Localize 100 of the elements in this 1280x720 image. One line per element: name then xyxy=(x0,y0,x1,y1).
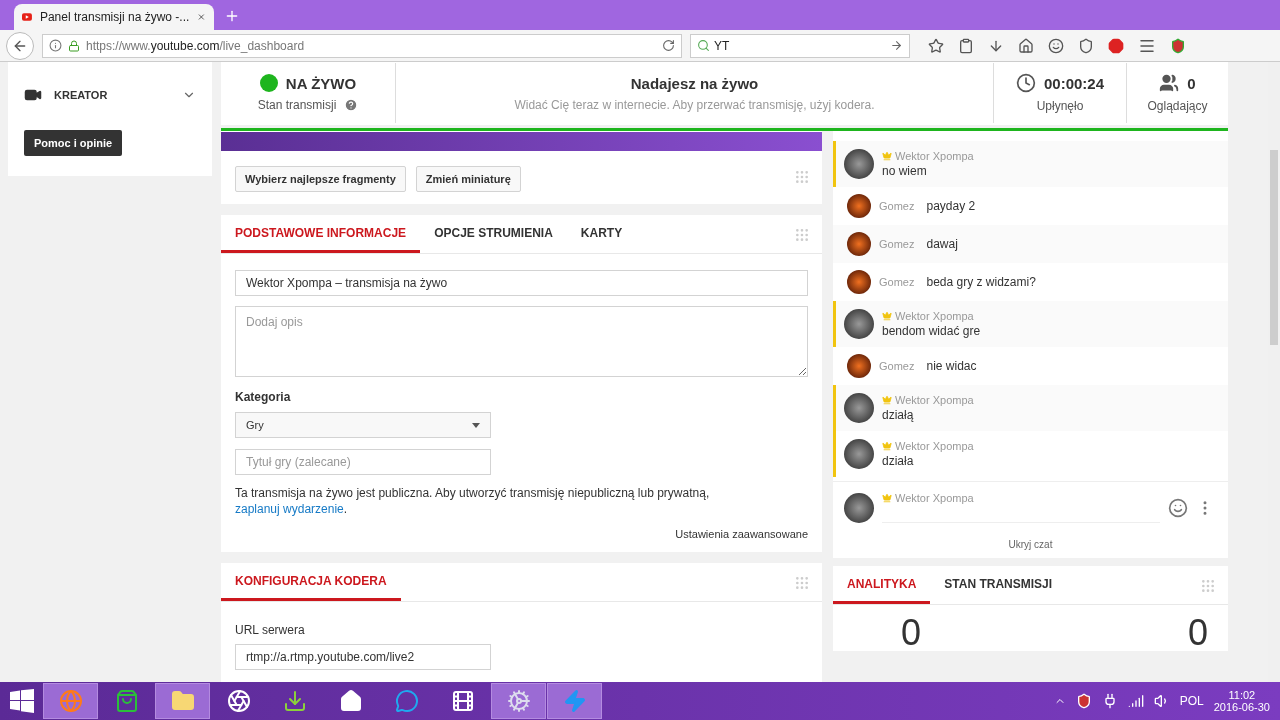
new-tab-icon[interactable] xyxy=(224,8,240,24)
preview-button[interactable]: Wybierz najlepsze fragmenty xyxy=(235,166,406,192)
viewer-count: 0 xyxy=(1187,74,1196,92)
status-subtitle: Widać Cię teraz w internecie. Aby przerwać transmisję, użyj kodera. xyxy=(514,97,875,112)
tab[interactable]: OPCJE STRUMIENIA xyxy=(420,215,567,253)
avatar xyxy=(847,354,871,378)
chat-bubble-icon xyxy=(394,689,419,713)
author-name: Wektor Xpompa xyxy=(882,310,981,322)
lock-icon xyxy=(68,39,80,52)
elapsed-label: Upłynęło xyxy=(1036,99,1084,114)
stat-value: 0 xyxy=(1187,615,1208,651)
avatar xyxy=(844,309,874,339)
caret-icon xyxy=(472,422,480,428)
author-name: Gomez xyxy=(879,200,915,212)
globe-icon xyxy=(58,689,83,713)
message-text: nie widac xyxy=(926,359,977,373)
star-icon[interactable] xyxy=(928,37,944,54)
play-logo-icon xyxy=(22,11,32,23)
category-select[interactable]: Gry xyxy=(235,412,491,438)
bolt-icon xyxy=(562,689,587,713)
drag-handle-icon[interactable] xyxy=(794,575,810,591)
avatar xyxy=(847,270,871,294)
preview-button[interactable]: Zmień miniaturę xyxy=(415,166,521,192)
category-label: Kategoria xyxy=(235,390,292,404)
signal-icon[interactable] xyxy=(1127,693,1144,709)
tab[interactable]: KONFIGURACJA KODERA xyxy=(221,563,401,601)
schedule-link[interactable]: zaplanuj wydarzenie xyxy=(235,502,344,516)
elapsed-time: 00:00:24 xyxy=(1043,74,1104,92)
message-text: bendom widać gre xyxy=(882,324,981,338)
tab[interactable]: PODSTAWOWE INFORMACJE xyxy=(221,215,421,253)
sidebar-label: KREATOR xyxy=(54,89,109,101)
state-label: Stan transmisji xyxy=(257,98,337,113)
info-icon[interactable] xyxy=(49,39,62,52)
gear-icon xyxy=(506,689,531,713)
author-name: Wektor Xpompa xyxy=(882,150,974,162)
avatar xyxy=(844,492,874,523)
author-name: Gomez xyxy=(879,238,915,250)
help-icon[interactable] xyxy=(344,98,359,113)
viewers-label: Oglądający xyxy=(1147,99,1208,114)
tab[interactable]: STAN TRANSMISJI xyxy=(930,566,1067,604)
shopping-bag-icon xyxy=(114,689,139,713)
house-icon xyxy=(338,689,363,713)
advanced-settings-link[interactable]: Ustawienia zaawansowane xyxy=(675,528,808,540)
smiley-icon[interactable] xyxy=(1048,37,1064,54)
crown-icon xyxy=(882,441,892,451)
arrow-right-icon[interactable] xyxy=(890,39,903,52)
author-name: Gomez xyxy=(879,360,915,372)
clock[interactable]: 11:02 2016-06-30 xyxy=(1213,689,1270,713)
server-url-label: URL serwera xyxy=(235,623,306,637)
clipboard-icon[interactable] xyxy=(958,37,974,54)
search-icon xyxy=(697,39,710,52)
back-button[interactable] xyxy=(6,31,34,60)
crown-icon xyxy=(882,151,892,161)
tab[interactable]: KARTY xyxy=(566,215,637,253)
avatar xyxy=(844,393,874,423)
game-title-input[interactable]: Tytuł gry (zalecane) xyxy=(235,449,491,475)
message-text: beda gry z widzami? xyxy=(926,275,1036,289)
aperture-icon xyxy=(226,689,251,713)
address-field[interactable]: https://www.youtube.com/live_dashboard xyxy=(42,33,682,58)
message-text: payday 2 xyxy=(926,199,976,213)
author-name: Wektor Xpompa xyxy=(882,492,1160,504)
shield-icon[interactable] xyxy=(1170,37,1186,54)
description-input[interactable]: Dodaj opis xyxy=(235,306,808,377)
drag-handle-icon[interactable] xyxy=(794,227,810,243)
shield-icon[interactable] xyxy=(1075,693,1092,709)
avatar xyxy=(844,149,874,179)
live-state: NA ŻYWO xyxy=(285,74,357,92)
status-title: Nadajesz na żywo xyxy=(630,74,759,92)
sidebar-item[interactable]: KREATOR xyxy=(24,86,196,104)
tab[interactable]: ANALITYKA xyxy=(833,566,931,604)
language-indicator[interactable]: POL xyxy=(1179,694,1204,708)
avatar xyxy=(847,232,871,256)
emoji-icon[interactable] xyxy=(1168,497,1188,518)
shield-icon[interactable] xyxy=(1078,37,1094,54)
message-text: działą xyxy=(882,408,915,422)
film-icon xyxy=(450,689,475,713)
message-text: no wiem xyxy=(882,164,928,178)
avatar xyxy=(844,439,874,469)
people-icon xyxy=(1159,73,1180,94)
message-text: działa xyxy=(882,454,915,468)
hide-chat-button[interactable]: Ukryj czat xyxy=(1008,533,1053,558)
folder-icon xyxy=(170,689,195,713)
title-input[interactable]: Wektor Xpompa – transmisja na żywo xyxy=(235,270,808,296)
author-name: Gomez xyxy=(879,276,915,288)
crown-icon xyxy=(882,493,892,503)
stat-value: 0 xyxy=(901,615,922,651)
home-icon[interactable] xyxy=(1018,37,1034,54)
download-icon xyxy=(282,689,307,713)
reload-icon[interactable] xyxy=(662,39,675,52)
author-name: Wektor Xpompa xyxy=(882,440,974,452)
crown-icon xyxy=(882,395,892,405)
octagon-icon[interactable] xyxy=(1108,37,1124,54)
help-button[interactable]: Pomoc i opinie xyxy=(24,130,123,156)
server-url-input[interactable]: rtmp://a.rtmp.youtube.com/live2 xyxy=(235,644,491,670)
browser-tab[interactable]: Panel transmisji na żywo -... xyxy=(14,4,214,30)
search-field[interactable]: YT xyxy=(690,33,910,58)
crown-icon xyxy=(882,311,892,321)
avatar xyxy=(847,194,871,218)
drag-handle-icon[interactable] xyxy=(1200,578,1216,594)
drag-handle-icon[interactable] xyxy=(794,169,810,185)
